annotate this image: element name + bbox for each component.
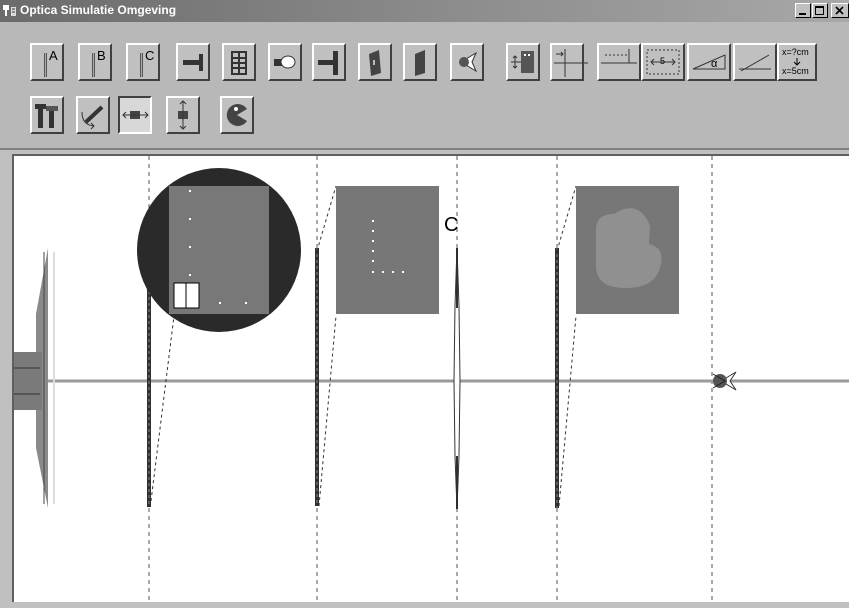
calculate-top-label: x=?cm bbox=[782, 47, 809, 57]
simulation-canvas[interactable]: C bbox=[12, 154, 849, 602]
lens-a-label: A bbox=[49, 48, 58, 63]
tools-icon bbox=[35, 104, 58, 128]
move-horizontal-button[interactable] bbox=[118, 96, 152, 134]
lens-c-label: C bbox=[145, 48, 155, 63]
lens-b bbox=[315, 248, 319, 506]
angle-icon bbox=[692, 54, 726, 70]
measure-button[interactable]: 5 bbox=[641, 43, 685, 81]
grid-object-icon bbox=[231, 51, 247, 75]
lamp-button[interactable] bbox=[268, 43, 302, 81]
slab-icon bbox=[369, 50, 381, 76]
optical-bench bbox=[14, 156, 849, 602]
light-source bbox=[14, 248, 55, 508]
lamp-icon bbox=[274, 55, 296, 69]
minimize-button[interactable] bbox=[795, 3, 811, 18]
lens-d bbox=[555, 248, 559, 508]
toolbar: A B C 5 α x=?cm x=5cm bbox=[0, 22, 849, 150]
maximize-icon bbox=[815, 6, 824, 15]
close-icon bbox=[835, 6, 844, 15]
maximize-button[interactable] bbox=[812, 3, 828, 18]
plate-icon bbox=[415, 50, 425, 76]
diaphragm-icon bbox=[318, 51, 338, 75]
move-vertical-button[interactable] bbox=[166, 96, 200, 134]
plate-button[interactable] bbox=[403, 43, 437, 81]
calculate-button[interactable]: x=?cm x=5cm bbox=[777, 43, 817, 81]
vertical-arrows-icon bbox=[178, 100, 188, 130]
focus-marker-button[interactable] bbox=[550, 43, 588, 81]
rotate-icon bbox=[81, 105, 104, 130]
eye-icon bbox=[459, 51, 478, 73]
eye-button[interactable] bbox=[450, 43, 484, 81]
exit-button[interactable] bbox=[220, 96, 254, 134]
object-image-button[interactable] bbox=[506, 43, 540, 81]
app-icon bbox=[3, 5, 16, 16]
lens-b-button[interactable]: B bbox=[78, 43, 112, 81]
tools-button[interactable] bbox=[30, 96, 64, 134]
focus-marker-icon bbox=[554, 49, 588, 77]
angle-button[interactable]: α bbox=[687, 43, 731, 81]
lens-a-button[interactable]: A bbox=[30, 43, 64, 81]
window-title: Optica Simulatie Omgeving bbox=[20, 3, 177, 17]
diaphragm-button[interactable] bbox=[312, 43, 346, 81]
close-button[interactable] bbox=[831, 3, 849, 18]
lens-b-label: B bbox=[97, 48, 106, 63]
horizontal-arrows-icon bbox=[122, 111, 149, 119]
ray-icon bbox=[739, 54, 771, 72]
lens-c bbox=[453, 247, 461, 510]
prism-button[interactable] bbox=[358, 43, 392, 81]
title-bar[interactable]: Optica Simulatie Omgeving bbox=[0, 0, 849, 22]
lens-c-label-canvas: C bbox=[444, 214, 459, 236]
measure-label: 5 bbox=[660, 56, 666, 66]
ray-button[interactable] bbox=[733, 43, 777, 81]
pacman-icon bbox=[226, 104, 247, 126]
rotate-button[interactable] bbox=[76, 96, 110, 134]
image-panel-d bbox=[576, 186, 679, 314]
minimize-icon bbox=[799, 13, 806, 15]
screen-icon bbox=[183, 54, 203, 71]
lens-c-button[interactable]: C bbox=[126, 43, 160, 81]
screen-button[interactable] bbox=[176, 43, 210, 81]
grid-object-button[interactable] bbox=[222, 43, 256, 81]
distance-marker-button[interactable] bbox=[597, 43, 641, 81]
calculate-bottom-label: x=5cm bbox=[782, 66, 809, 76]
object-image-icon bbox=[511, 51, 534, 73]
distance-marker-icon bbox=[601, 49, 637, 64]
angle-label: α bbox=[711, 58, 718, 70]
magnifier-view bbox=[137, 168, 301, 332]
image-panel-b bbox=[336, 186, 439, 314]
